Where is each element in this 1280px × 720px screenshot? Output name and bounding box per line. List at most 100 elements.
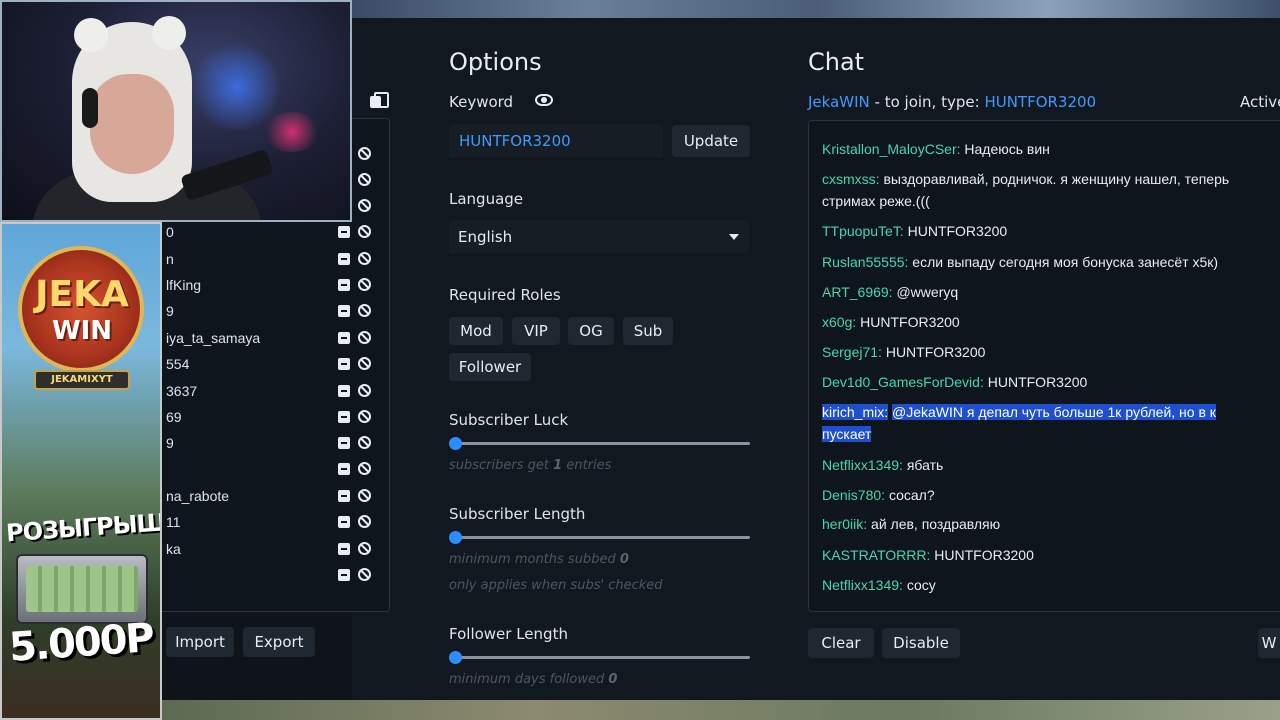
entrant-name: 3637 — [166, 383, 198, 399]
money-stacks — [26, 566, 138, 612]
export-button[interactable]: Export — [243, 627, 315, 657]
chat-username[interactable]: Ruslan55555: — [822, 254, 908, 270]
role-chip-og[interactable]: OG — [568, 317, 614, 345]
chat-message: TTpuopuTeT: HUNTFOR3200 — [822, 220, 1280, 242]
chat-message: Netflixx1349: сосу — [822, 574, 1280, 596]
ban-icon[interactable] — [358, 410, 371, 423]
chat-username[interactable]: KASTRATORRR: — [822, 547, 930, 563]
subscriber-length-thumb[interactable] — [449, 531, 462, 544]
ban-icon[interactable] — [358, 147, 371, 160]
chat-username[interactable]: Denis780: — [822, 487, 885, 503]
extra-button[interactable]: W — [1258, 628, 1280, 658]
background-strip-bottom — [160, 700, 1280, 720]
chat-text: ябать — [906, 457, 944, 473]
remove-icon[interactable] — [338, 253, 350, 265]
join-text: - to join, type: — [874, 93, 980, 111]
ban-icon[interactable] — [358, 278, 371, 291]
remove-icon[interactable] — [338, 569, 350, 581]
remove-icon[interactable] — [338, 490, 350, 502]
ban-icon[interactable] — [358, 515, 371, 528]
join-keyword: HUNTFOR3200 — [984, 93, 1097, 111]
list-item: 11 — [160, 510, 390, 536]
role-chip-vip[interactable]: VIP — [512, 317, 560, 345]
remove-icon[interactable] — [338, 437, 350, 449]
chat-username[interactable]: her0iik: — [822, 516, 867, 532]
subscriber-length-slider[interactable] — [456, 536, 750, 539]
keyword-label: Keyword — [449, 93, 514, 111]
money-case-image — [16, 554, 148, 624]
ban-icon[interactable] — [358, 225, 371, 238]
keyword-input[interactable]: HUNTFOR3200 — [449, 124, 663, 158]
remove-icon[interactable] — [338, 543, 350, 555]
channel-name[interactable]: JekaWIN — [808, 93, 870, 111]
copy-icon[interactable] — [370, 92, 389, 108]
subscriber-luck-slider[interactable] — [456, 442, 750, 445]
remove-icon[interactable] — [338, 332, 350, 344]
ban-icon[interactable] — [358, 252, 371, 265]
chat-username[interactable]: ART_6969: — [822, 284, 893, 300]
streamer-face — [90, 74, 174, 174]
remove-icon[interactable] — [338, 385, 350, 397]
subscriber-luck-thumb[interactable] — [449, 437, 462, 450]
chat-username[interactable]: Netflixx1349: — [822, 577, 903, 593]
list-item: ka — [160, 537, 390, 563]
ban-icon[interactable] — [358, 173, 371, 186]
ban-icon[interactable] — [358, 304, 371, 317]
remove-icon[interactable] — [338, 279, 350, 291]
role-chip-follower[interactable]: Follower — [449, 353, 531, 381]
remove-icon[interactable] — [338, 463, 350, 475]
remove-icon[interactable] — [338, 411, 350, 423]
remove-icon[interactable] — [338, 226, 350, 238]
ban-icon[interactable] — [358, 462, 371, 475]
ribbon-text: JEKAMIXYT — [51, 374, 113, 385]
subscriber-luck-hint: subscribers get 1 entries — [449, 458, 612, 473]
follower-length-slider[interactable] — [456, 656, 750, 659]
ban-icon[interactable] — [358, 436, 371, 449]
roles-label: Required Roles — [449, 286, 561, 304]
chat-username[interactable]: cxsmxss: — [822, 171, 880, 187]
remove-icon[interactable] — [338, 358, 350, 370]
import-button[interactable]: Import — [166, 627, 234, 657]
disable-button[interactable]: Disable — [882, 628, 960, 658]
ban-icon[interactable] — [358, 384, 371, 397]
eye-icon[interactable] — [535, 94, 553, 106]
chat-text: сосал? — [888, 487, 935, 503]
list-item: iya_ta_samaya — [160, 326, 390, 352]
chat-username[interactable]: Sergej71: — [822, 344, 882, 360]
chat-username[interactable]: kirich_mix: — [822, 404, 889, 420]
role-chip-sub[interactable]: Sub — [623, 317, 673, 345]
update-button[interactable]: Update — [672, 125, 750, 157]
role-chip-mod[interactable]: Mod — [449, 317, 503, 345]
options-title: Options — [449, 48, 542, 76]
chat-username[interactable]: Kristallon_MaloyCSer: — [822, 141, 961, 157]
logo-ribbon: JEKAMIXYT — [34, 370, 130, 390]
chat-username[interactable]: Netflixx1349: — [822, 457, 903, 473]
language-select[interactable]: English — [449, 220, 749, 254]
list-item: 69 — [160, 405, 390, 431]
list-item — [160, 563, 390, 589]
webcam-feed — [0, 0, 352, 222]
stream-screen: 0 n lfKing 9 iya_ta_samaya 554 3637 69 9… — [0, 0, 1280, 720]
clear-button[interactable]: Clear — [808, 628, 874, 658]
remove-icon[interactable] — [338, 516, 350, 528]
ban-icon[interactable] — [358, 489, 371, 502]
remove-icon[interactable] — [338, 305, 350, 317]
follower-length-hint: minimum days followed 0 — [449, 672, 618, 687]
chat-message: Sergej71: HUNTFOR3200 — [822, 341, 1280, 363]
ban-icon[interactable] — [358, 357, 371, 370]
ban-icon[interactable] — [358, 542, 371, 555]
chat-username[interactable]: x60g: — [822, 314, 856, 330]
ban-icon[interactable] — [358, 199, 371, 212]
follower-length-thumb[interactable] — [449, 651, 462, 664]
chat-log[interactable]: Kristallon_MaloyCSer: Надеюсь вин cxsmxs… — [808, 120, 1280, 612]
ban-icon[interactable] — [358, 568, 371, 581]
ban-icon[interactable] — [358, 331, 371, 344]
chat-text: ай лев, поздравляю — [871, 516, 1001, 532]
chat-message: her0iik: ай лев, поздравляю — [822, 513, 1280, 535]
chat-text: выздоравливай, родничок. я женщину нашел… — [883, 171, 1230, 187]
chat-username[interactable]: TTpuopuTeT: — [822, 223, 904, 239]
chat-text: стримах реже.((( — [822, 193, 930, 209]
chat-username[interactable]: Dev1d0_GamesForDevid: — [822, 374, 984, 390]
chat-text: HUNTFOR3200 — [860, 314, 960, 330]
headphones — [82, 88, 98, 128]
